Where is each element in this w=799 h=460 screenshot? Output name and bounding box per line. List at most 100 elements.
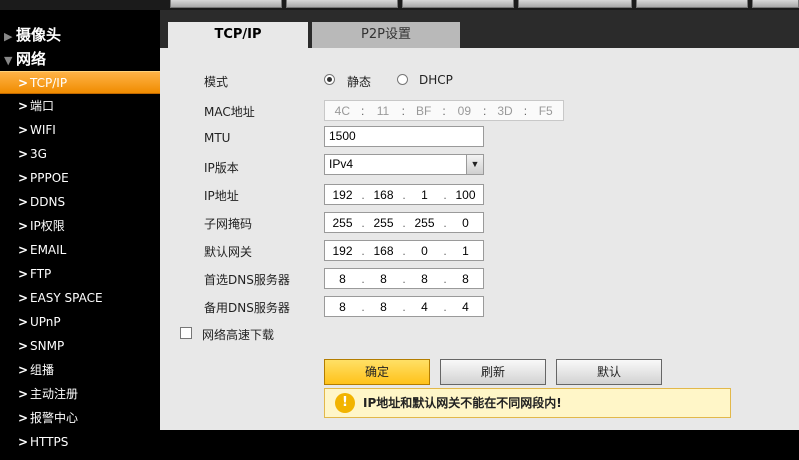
sidebar-item-wifi[interactable]: > WIFI — [0, 119, 160, 142]
sidebar-item-pppoe[interactable]: > PPPOE — [0, 167, 160, 190]
expanded-triangle-icon: ▼ — [4, 54, 13, 67]
sidebar-item-email[interactable]: > EMAIL — [0, 239, 160, 262]
sidebar-item-ftp[interactable]: > FTP — [0, 263, 160, 286]
top-nav-tab[interactable] — [752, 0, 799, 8]
dhcp-radio[interactable] — [397, 74, 408, 85]
chevron-right-icon: > — [18, 243, 29, 257]
bottom-area — [160, 430, 799, 460]
warning-icon: ! — [335, 393, 355, 413]
sidebar-item-auto-register[interactable]: > 主动注册 — [0, 383, 160, 406]
high-speed-download-label: 网络高速下载 — [202, 328, 275, 342]
dhcp-radio-label: DHCP — [419, 73, 453, 87]
gateway-octet[interactable]: 1 — [448, 244, 483, 258]
top-nav-tab[interactable] — [402, 0, 514, 8]
chevron-right-icon: > — [18, 315, 29, 329]
mac-octet: F5 — [538, 103, 553, 118]
static-radio-label: 静态 — [347, 75, 372, 89]
gateway-label: 默认网关 — [204, 245, 253, 259]
subnet-octet[interactable]: 255 — [325, 216, 360, 230]
chevron-right-icon: > — [18, 387, 29, 401]
chevron-right-icon: > — [18, 171, 29, 185]
mac-address-field: 4C: 11: BF: 09: 3D: F5 — [324, 100, 564, 121]
warning-text: IP地址和默认网关不能在不同网段内! — [363, 396, 562, 410]
collapsed-triangle-icon: ▶ — [4, 30, 13, 43]
gateway-octet[interactable]: 192 — [325, 244, 360, 258]
chevron-right-icon: > — [18, 267, 29, 281]
dropdown-arrow-icon[interactable]: ▼ — [466, 155, 483, 174]
high-speed-download-checkbox[interactable] — [180, 327, 192, 339]
chevron-right-icon: > — [18, 76, 29, 90]
refresh-button[interactable]: 刷新 — [440, 359, 546, 385]
mode-label: 模式 — [204, 75, 229, 89]
sidebar-item-snmp[interactable]: > SNMP — [0, 335, 160, 358]
dns1-octet[interactable]: 8 — [366, 272, 401, 286]
top-nav-tab[interactable] — [286, 0, 398, 8]
sidebar-item-multicast[interactable]: > 组播 — [0, 359, 160, 382]
top-nav-strip — [0, 0, 799, 10]
ip-version-select[interactable]: IPv4 ▼ — [324, 154, 484, 175]
chevron-right-icon: > — [18, 339, 29, 353]
chevron-right-icon: > — [18, 123, 29, 137]
settings-panel: TCP/IP P2P设置 模式 静态 DHCP MAC地址 4C: 11: BF… — [160, 10, 799, 430]
ip-octet[interactable]: 100 — [448, 188, 483, 202]
tab-p2p-settings[interactable]: P2P设置 — [312, 22, 460, 48]
dns2-octet[interactable]: 8 — [366, 300, 401, 314]
chevron-right-icon: > — [18, 411, 29, 425]
dns1-field[interactable]: 8. 8. 8. 8 — [324, 268, 484, 289]
subnet-mask-label: 子网掩码 — [204, 217, 253, 231]
sidebar-item-https[interactable]: > HTTPS — [0, 431, 160, 454]
dns2-octet[interactable]: 4 — [407, 300, 442, 314]
sidebar-item-ddns[interactable]: > DDNS — [0, 191, 160, 214]
top-nav-tab[interactable] — [518, 0, 632, 8]
chevron-right-icon: > — [18, 363, 29, 377]
sidebar-item-port[interactable]: > 端口 — [0, 95, 160, 118]
subnet-octet[interactable]: 0 — [448, 216, 483, 230]
chevron-right-icon: > — [18, 99, 29, 113]
sidebar-item-easy-space[interactable]: > EASY SPACE — [0, 287, 160, 310]
dns1-label: 首选DNS服务器 — [204, 273, 290, 287]
dns1-octet[interactable]: 8 — [448, 272, 483, 286]
ip-octet[interactable]: 1 — [407, 188, 442, 202]
sidebar-item-upnp[interactable]: > UPnP — [0, 311, 160, 334]
ip-address-label: IP地址 — [204, 189, 239, 203]
top-nav-tab[interactable] — [636, 0, 748, 8]
mac-octet: 09 — [457, 103, 472, 118]
sidebar-item-3g[interactable]: >3G — [0, 143, 160, 166]
dns2-octet[interactable]: 8 — [325, 300, 360, 314]
tab-tcpip[interactable]: TCP/IP — [168, 22, 308, 48]
dns1-octet[interactable]: 8 — [407, 272, 442, 286]
subnet-mask-field[interactable]: 255. 255. 255. 0 — [324, 212, 484, 233]
chevron-right-icon: > — [18, 195, 29, 209]
ip-address-field[interactable]: 192. 168. 1. 100 — [324, 184, 484, 205]
ok-button[interactable]: 确定 — [324, 359, 430, 385]
chevron-right-icon: > — [18, 219, 29, 233]
gateway-field[interactable]: 192. 168. 0. 1 — [324, 240, 484, 261]
mtu-input[interactable]: 1500 — [324, 126, 484, 147]
ip-version-label: IP版本 — [204, 161, 239, 175]
static-radio[interactable] — [324, 74, 335, 85]
gateway-octet[interactable]: 168 — [366, 244, 401, 258]
top-nav-tab[interactable] — [170, 0, 282, 8]
ip-octet[interactable]: 192 — [325, 188, 360, 202]
subnet-octet[interactable]: 255 — [366, 216, 401, 230]
mac-label: MAC地址 — [204, 105, 255, 119]
sidebar-item-alarm-center[interactable]: > 报警中心 — [0, 407, 160, 430]
ip-octet[interactable]: 168 — [366, 188, 401, 202]
mac-octet: 3D — [497, 103, 513, 118]
sidebar-category-network[interactable]: ▼ 网络 — [4, 48, 46, 70]
warning-message: ! IP地址和默认网关不能在不同网段内! — [324, 388, 731, 418]
mac-octet: 11 — [376, 103, 390, 118]
gateway-octet[interactable]: 0 — [407, 244, 442, 258]
subnet-octet[interactable]: 255 — [407, 216, 442, 230]
sidebar-category-camera[interactable]: ▶ 摄像头 — [4, 24, 61, 46]
chevron-right-icon: > — [18, 435, 29, 449]
default-button[interactable]: 默认 — [556, 359, 662, 385]
mtu-value: 1500 — [329, 129, 356, 143]
ip-version-value: IPv4 — [329, 157, 354, 171]
sidebar-item-ip-permission[interactable]: > IP权限 — [0, 215, 160, 238]
dns2-label: 备用DNS服务器 — [204, 301, 290, 315]
dns2-field[interactable]: 8. 8. 4. 4 — [324, 296, 484, 317]
dns1-octet[interactable]: 8 — [325, 272, 360, 286]
dns2-octet[interactable]: 4 — [448, 300, 483, 314]
sidebar-item-tcpip[interactable]: > TCP/IP — [0, 71, 160, 94]
